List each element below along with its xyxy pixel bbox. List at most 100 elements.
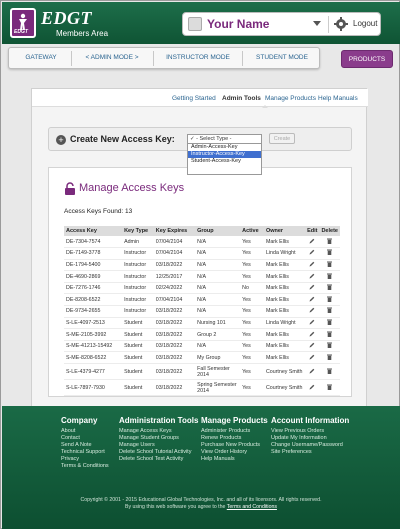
footer-link[interactable]: Change Username/Password [271, 442, 349, 449]
option-admin-key[interactable]: Admin-Access-Key [188, 144, 261, 151]
cell-owner: Courtney Smith [263, 379, 306, 397]
cell-key-type: Instructor [122, 305, 154, 318]
pencil-icon[interactable] [309, 342, 315, 348]
pencil-icon[interactable] [309, 296, 315, 302]
col-active[interactable]: Active [240, 226, 264, 236]
pencil-icon[interactable] [309, 368, 315, 374]
admin-subnav: Getting Started Admin Tools Manage Produ… [32, 89, 368, 108]
footer-link[interactable]: About [61, 428, 109, 435]
subnav-admin-tools[interactable]: Admin Tools [222, 95, 261, 102]
user-menu[interactable]: Your Name Logout [182, 12, 381, 36]
key-type-dropdown[interactable]: Admin-Access-Key Instructor-Access-Key S… [187, 143, 262, 175]
nav-gateway[interactable]: GATEWAY [21, 54, 61, 61]
user-name[interactable]: Your Name [207, 17, 269, 31]
col-access-key[interactable]: Access Key [64, 226, 123, 236]
footer-link[interactable]: Site Preferences [271, 449, 349, 456]
trash-icon[interactable] [327, 284, 333, 291]
trash-icon[interactable] [327, 238, 333, 244]
cell-key-expires: 07/04/2104 [153, 247, 196, 260]
subnav-help-manuals[interactable]: Help Manuals [318, 95, 358, 102]
delete-cell [319, 247, 340, 260]
table-row: DE-9734-2655 Instructor 03/18/2022 N/A Yes Ma… [64, 305, 340, 318]
cell-active: Yes [240, 340, 264, 353]
trash-icon[interactable] [327, 354, 333, 360]
site-header: EDGT EDGT Members Area Your Name Logout [2, 2, 400, 44]
footer-link[interactable]: Contact [61, 435, 109, 442]
plus-circle-icon: + [56, 135, 66, 145]
footer-col-manage-products: Manage Products Administer Products Rene… [201, 416, 268, 463]
nav-student-mode[interactable]: STUDENT MODE [249, 54, 315, 61]
footer-link[interactable]: View Previous Orders [271, 428, 349, 435]
create-button[interactable]: Create [269, 133, 295, 144]
footer-link[interactable]: Purchase New Products [201, 442, 268, 449]
pencil-icon[interactable] [309, 307, 315, 313]
delete-cell [319, 305, 340, 318]
trash-icon[interactable] [327, 384, 333, 390]
pencil-icon[interactable] [309, 249, 315, 255]
pencil-icon[interactable] [309, 384, 315, 390]
access-keys-table: Access Key Key Type Key Expires Group Ac… [64, 226, 340, 397]
trash-icon[interactable] [327, 296, 333, 302]
cell-active: Yes [240, 270, 264, 283]
option-instructor-key[interactable]: Instructor-Access-Key [188, 151, 261, 158]
terms-link[interactable]: Terms and Conditions [227, 504, 277, 510]
footer-link[interactable]: Delete School Test Activity [119, 456, 198, 463]
footer-link[interactable]: Renew Products [201, 435, 268, 442]
pencil-icon[interactable] [309, 284, 315, 290]
footer-link[interactable]: Manage Users [119, 442, 198, 449]
table-header-row: Access Key Key Type Key Expires Group Ac… [64, 226, 340, 236]
edit-cell [305, 340, 320, 353]
pencil-icon[interactable] [309, 238, 315, 244]
gear-icon[interactable] [334, 17, 348, 31]
cell-group: N/A [195, 259, 241, 272]
trash-icon[interactable] [327, 261, 333, 267]
nav-instructor-mode[interactable]: INSTRUCTOR MODE [159, 54, 237, 61]
cell-key-expires: 03/18/2022 [153, 340, 196, 353]
trash-icon[interactable] [327, 368, 333, 374]
footer-link[interactable]: Manage Student Groups [119, 435, 198, 442]
subnav-getting-started[interactable]: Getting Started [172, 95, 216, 102]
footer-link[interactable]: Update My Information [271, 435, 349, 442]
subnav-manage-products[interactable]: Manage Products [265, 95, 316, 102]
trash-icon[interactable] [327, 249, 333, 256]
terms-prefix: By using this web software you agree to … [125, 504, 226, 510]
footer-link[interactable]: Delete School Tutorial Activity [119, 449, 198, 456]
cell-key-expires: 03/18/2022 [153, 305, 196, 318]
footer-link[interactable]: Manage Access Keys [119, 428, 198, 435]
footer-link[interactable]: Terms & Conditions [61, 463, 109, 470]
cell-group: N/A [195, 270, 241, 283]
logout-link[interactable]: Logout [353, 19, 377, 28]
cell-owner: Mark Ellis [263, 236, 306, 249]
delete-cell [319, 293, 340, 307]
cell-active: Yes [240, 259, 264, 272]
products-button[interactable]: PRODUCTS [341, 50, 393, 68]
pencil-icon[interactable] [309, 331, 315, 337]
pencil-icon[interactable] [309, 354, 315, 360]
footer-link[interactable]: Help Manuals [201, 456, 268, 463]
footer-link[interactable]: Send A Note [61, 442, 109, 449]
trash-icon[interactable] [327, 307, 333, 314]
trash-icon[interactable] [327, 342, 333, 349]
col-key-type[interactable]: Key Type [122, 226, 154, 236]
table-row: DE-7149-3778 Instructor 07/04/2104 N/A Yes Li… [64, 247, 340, 260]
pencil-icon[interactable] [309, 273, 315, 279]
trash-icon[interactable] [327, 319, 333, 325]
footer-link[interactable]: Administer Products [201, 428, 268, 435]
col-key-expires[interactable]: Key Expires [153, 226, 196, 236]
edgt-logo[interactable]: EDGT [10, 8, 36, 38]
option-student-key[interactable]: Student-Access-Key [188, 158, 261, 165]
cell-key-type: Instructor [122, 247, 154, 260]
col-owner[interactable]: Owner [263, 226, 306, 236]
pencil-icon[interactable] [309, 261, 315, 267]
footer-link[interactable]: View Order History [201, 449, 268, 456]
edit-cell [305, 270, 320, 283]
nav-admin-mode[interactable]: < ADMIN MODE > [77, 54, 147, 61]
col-group[interactable]: Group [195, 226, 241, 236]
footer-link[interactable]: Technical Support [61, 449, 109, 456]
chevron-down-icon[interactable] [313, 21, 321, 26]
trash-icon[interactable] [327, 331, 333, 337]
trash-icon[interactable] [327, 273, 333, 279]
footer-link[interactable]: Privacy [61, 456, 109, 463]
cell-key-expires: 03/18/2022 [153, 351, 196, 365]
pencil-icon[interactable] [309, 319, 315, 325]
